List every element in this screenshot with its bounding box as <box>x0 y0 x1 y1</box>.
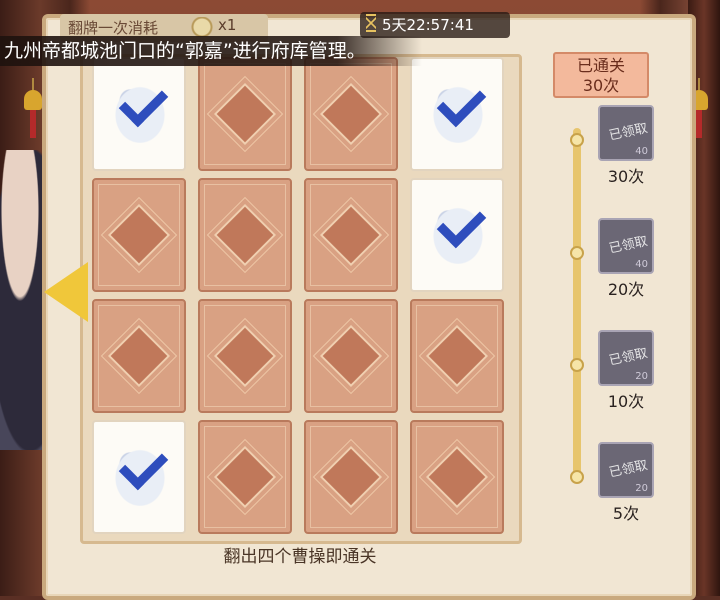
progress-knob <box>570 246 584 260</box>
card-hidden[interactable] <box>198 420 292 534</box>
claimed-stamp: 已领取 <box>607 121 650 144</box>
card-hidden[interactable] <box>198 299 292 413</box>
diamond-icon <box>319 82 383 146</box>
card-hidden[interactable] <box>198 57 292 171</box>
diamond-icon <box>319 203 383 267</box>
card-hidden[interactable] <box>92 178 186 292</box>
diamond-icon <box>213 203 277 267</box>
reward-threshold-label: 30次 <box>607 167 645 186</box>
event-timer: 5天22:57:41 <box>360 12 510 38</box>
diamond-icon <box>425 445 489 509</box>
arrow-left-icon[interactable] <box>44 262 88 322</box>
timer-text: 5天22:57:41 <box>382 16 474 34</box>
card-revealed[interactable] <box>92 57 186 171</box>
hourglass-icon <box>366 14 376 32</box>
bell-icon <box>24 78 42 138</box>
clear-hint: 翻出四个曹操即通关 <box>223 547 377 567</box>
card-revealed[interactable] <box>92 420 186 534</box>
reward-quantity: 20 <box>635 483 648 494</box>
card-hidden[interactable] <box>304 420 398 534</box>
reward-chest[interactable]: 已领取 40 <box>598 218 654 274</box>
cost-amount: x1 <box>218 16 237 34</box>
card-hidden[interactable] <box>92 299 186 413</box>
progress-knob <box>570 470 584 484</box>
diamond-icon <box>213 324 277 388</box>
reward-chest[interactable]: 已领取 40 <box>598 105 654 161</box>
diamond-icon <box>213 445 277 509</box>
card-hidden[interactable] <box>304 299 398 413</box>
diamond-icon <box>319 324 383 388</box>
reward-quantity: 40 <box>635 146 648 157</box>
diamond-icon <box>319 445 383 509</box>
progress-knob <box>570 358 584 372</box>
diamond-icon <box>213 82 277 146</box>
reward-chest[interactable]: 已领取 20 <box>598 442 654 498</box>
reward-chest[interactable]: 已领取 20 <box>598 330 654 386</box>
reward-threshold-label: 10次 <box>607 392 645 411</box>
diamond-icon <box>107 324 171 388</box>
card-revealed[interactable] <box>410 178 504 292</box>
progress-knob <box>570 133 584 147</box>
diamond-icon <box>107 203 171 267</box>
card-hidden[interactable] <box>304 57 398 171</box>
claimed-stamp: 已领取 <box>607 458 650 481</box>
cleared-count-box: 已通关 30次 <box>553 52 649 98</box>
claimed-stamp: 已领取 <box>607 346 650 369</box>
task-banner: 九州帝都城池门口的“郭嘉”进行府库管理。 <box>0 36 422 66</box>
card-hidden[interactable] <box>410 299 504 413</box>
claimed-stamp: 已领取 <box>607 234 650 257</box>
reward-threshold-label: 5次 <box>612 504 640 523</box>
card-hidden[interactable] <box>410 420 504 534</box>
coin-icon <box>190 17 214 37</box>
reward-quantity: 20 <box>635 371 648 382</box>
reward-quantity: 40 <box>635 259 648 270</box>
card-hidden[interactable] <box>304 178 398 292</box>
diamond-icon <box>425 324 489 388</box>
cleared-label: 已通关 <box>576 56 625 75</box>
progress-track <box>573 128 581 478</box>
card-revealed[interactable] <box>410 57 504 171</box>
card-hidden[interactable] <box>198 178 292 292</box>
reward-threshold-label: 20次 <box>607 280 645 299</box>
cleared-count: 30次 <box>582 76 620 95</box>
